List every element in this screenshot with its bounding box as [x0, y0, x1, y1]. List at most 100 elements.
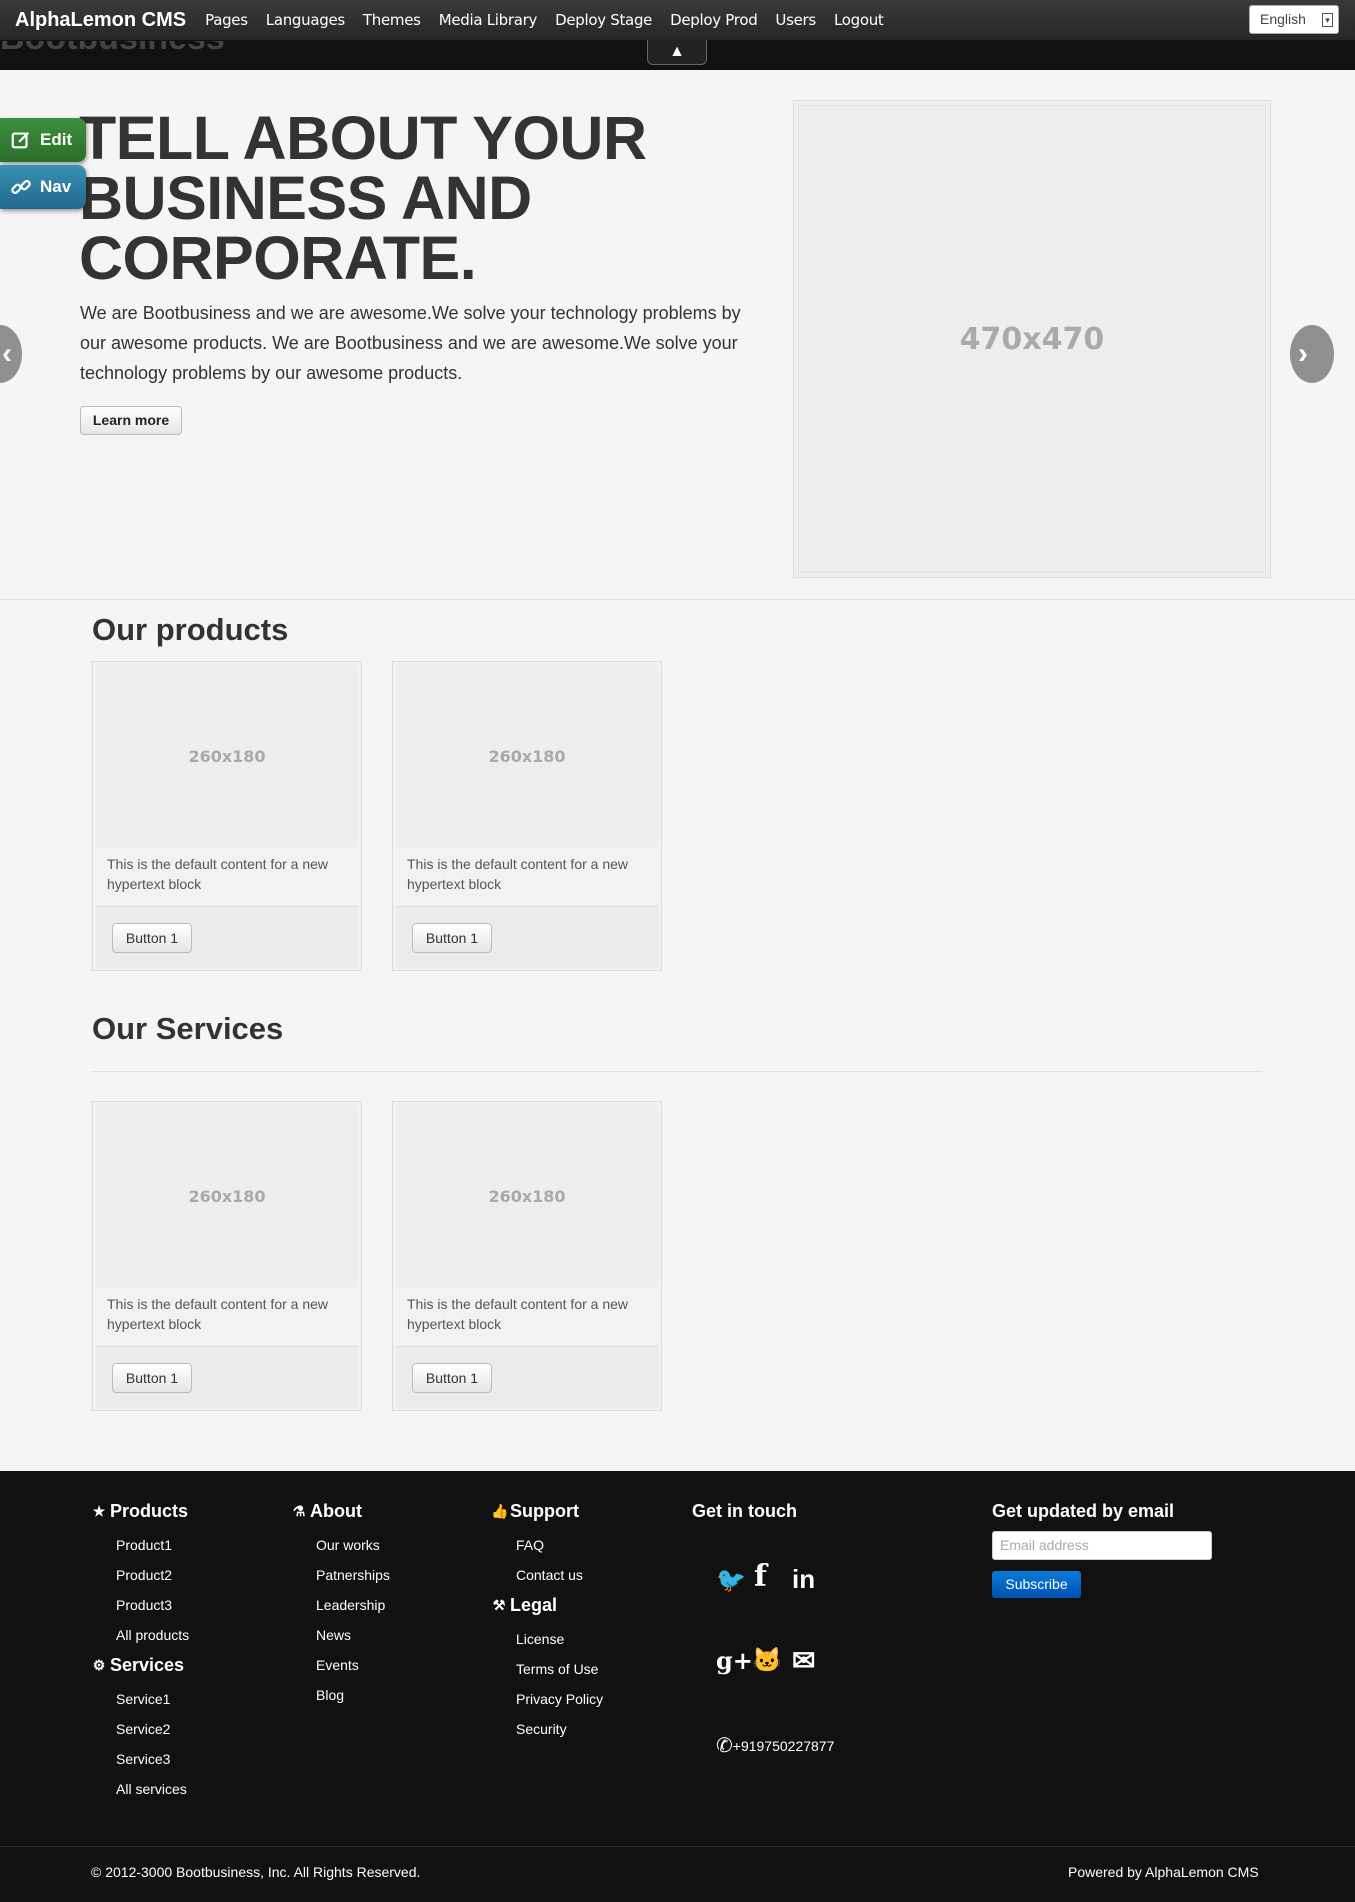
facebook-icon[interactable]: f: [754, 1559, 767, 1594]
footer-link-license[interactable]: License: [516, 1624, 603, 1654]
admin-toolbar: AlphaLemon CMS Pages Languages Themes Me…: [0, 0, 1355, 41]
carousel-prev-button[interactable]: ‹: [0, 325, 22, 383]
menu-deploy-stage[interactable]: Deploy Stage: [555, 11, 652, 29]
service-caption: This is the default content for a new hy…: [107, 1296, 329, 1332]
hero-image-size-label: 470x470: [798, 105, 1266, 573]
footer-products-list: Product1 Product2 Product3 All products: [116, 1530, 189, 1650]
card-footer: Button 1: [396, 906, 658, 968]
footer-contact-column: Get in touch: [692, 1498, 797, 1524]
footer-link-all-products[interactable]: All products: [116, 1620, 189, 1650]
nav-label: Nav: [40, 177, 72, 196]
footer-support-list: FAQ Contact us: [516, 1530, 603, 1590]
footer-support-heading: 👍 Support: [491, 1498, 603, 1524]
mail-icon[interactable]: ✉: [792, 1644, 815, 1677]
nav-button[interactable]: Nav: [0, 165, 86, 209]
footer-newsletter-column: Get updated by email: [992, 1498, 1174, 1524]
google-plus-icon[interactable]: g+: [716, 1646, 753, 1675]
star-icon: ★: [92, 1502, 106, 1519]
footer-link-events[interactable]: Events: [316, 1650, 390, 1680]
footer-link-contact-us[interactable]: Contact us: [516, 1560, 603, 1590]
learn-more-button[interactable]: Learn more: [80, 406, 182, 435]
footer-link-blog[interactable]: Blog: [316, 1680, 390, 1710]
service-image-placeholder: 260x180: [396, 1105, 658, 1287]
chevron-left-icon: ‹: [2, 337, 12, 370]
footer-link-product3[interactable]: Product3: [116, 1590, 189, 1620]
footer-services-heading: ⚙ Services: [91, 1652, 189, 1678]
site-footer: ★ Products Product1 Product2 Product3 Al…: [0, 1471, 1355, 1902]
footer-contact-heading: Get in touch: [692, 1500, 797, 1521]
menu-deploy-prod[interactable]: Deploy Prod: [670, 11, 758, 29]
footer-link-service1[interactable]: Service1: [116, 1684, 189, 1714]
card-footer: Button 1: [96, 1346, 358, 1408]
language-value: English: [1260, 11, 1306, 27]
menu-users[interactable]: Users: [775, 11, 816, 29]
phone-contact: ✆ +919750227877: [716, 1733, 834, 1758]
section-divider: [92, 1071, 1262, 1072]
product-button[interactable]: Button 1: [412, 923, 492, 953]
footer-link-product1[interactable]: Product1: [116, 1530, 189, 1560]
toolbar-toggle-button[interactable]: ▲: [647, 40, 707, 65]
github-icon[interactable]: 🐱: [752, 1646, 782, 1675]
product-image-placeholder: 260x180: [396, 665, 658, 847]
service-card: 260x180 This is the default content for …: [92, 1101, 362, 1411]
footer-legal-heading: ⚒ Legal: [491, 1592, 603, 1618]
footer-link-privacy[interactable]: Privacy Policy: [516, 1684, 603, 1714]
footer-about-list: Our works Patnerships Leadership News Ev…: [316, 1530, 390, 1710]
thumbs-up-icon: 👍: [491, 1502, 509, 1519]
footer-link-patnerships[interactable]: Patnerships: [316, 1560, 390, 1590]
footer-link-all-services[interactable]: All services: [116, 1774, 189, 1804]
card-footer: Button 1: [96, 906, 358, 968]
menu-themes[interactable]: Themes: [363, 11, 421, 29]
service-caption: This is the default content for a new hy…: [407, 1296, 629, 1332]
menu-languages[interactable]: Languages: [266, 11, 345, 29]
footer-link-service2[interactable]: Service2: [116, 1714, 189, 1744]
service-image-placeholder: 260x180: [96, 1105, 358, 1287]
linkedin-icon[interactable]: in: [792, 1564, 815, 1595]
product-button[interactable]: Button 1: [112, 923, 192, 953]
card-footer: Button 1: [396, 1346, 658, 1408]
footer-link-leadership[interactable]: Leadership: [316, 1590, 390, 1620]
powered-by-link[interactable]: Powered by AlphaLemon CMS: [1068, 1864, 1259, 1880]
service-button[interactable]: Button 1: [112, 1363, 192, 1393]
menu-logout[interactable]: Logout: [834, 11, 884, 29]
footer-link-our-works[interactable]: Our works: [316, 1530, 390, 1560]
service-button[interactable]: Button 1: [412, 1363, 492, 1393]
footer-link-security[interactable]: Security: [516, 1714, 603, 1744]
edit-button[interactable]: Edit: [0, 118, 86, 162]
footer-heading-label: Services: [110, 1654, 185, 1675]
hero-title: TELL ABOUT YOUR BUSINESS AND CORPORATE.: [79, 104, 719, 292]
product-image-placeholder: 260x180: [96, 665, 358, 847]
gavel-icon: ⚒: [492, 1596, 506, 1613]
footer-about-heading: ⚗ About: [291, 1498, 390, 1524]
footer-support-column: 👍 Support FAQ Contact us ⚒ Legal License…: [491, 1498, 603, 1744]
triangle-up-icon: ▲: [669, 43, 685, 60]
cms-brand[interactable]: AlphaLemon CMS: [15, 9, 186, 32]
site-brand[interactable]: Bootbusiness: [0, 41, 225, 58]
service-card: 260x180 This is the default content for …: [392, 1101, 662, 1411]
menu-pages[interactable]: Pages: [205, 11, 248, 29]
footer-link-product2[interactable]: Product2: [116, 1560, 189, 1590]
email-input[interactable]: Email address: [992, 1531, 1212, 1560]
product-card: 260x180 This is the default content for …: [92, 661, 362, 971]
edit-label: Edit: [40, 130, 73, 149]
footer-link-faq[interactable]: FAQ: [516, 1530, 603, 1560]
footer-link-news[interactable]: News: [316, 1620, 390, 1650]
language-select[interactable]: English ▾: [1249, 5, 1339, 34]
subscribe-button[interactable]: Subscribe: [992, 1571, 1081, 1598]
footer-heading-label: Products: [110, 1500, 189, 1521]
cogs-icon: ⚙: [92, 1656, 106, 1673]
product-caption: This is the default content for a new hy…: [407, 856, 629, 892]
hero-title-line: CORPORATE.: [79, 224, 477, 292]
copyright-text: © 2012-3000 Bootbusiness, Inc. All Right…: [91, 1864, 421, 1880]
chevron-right-icon: ›: [1298, 337, 1308, 370]
twitter-icon[interactable]: 🐦: [716, 1566, 746, 1595]
phone-number[interactable]: +919750227877: [733, 1738, 835, 1754]
footer-link-service3[interactable]: Service3: [116, 1744, 189, 1774]
hero-carousel: ‹ TELL ABOUT YOUR BUSINESS AND CORPORATE…: [0, 70, 1355, 600]
footer-link-terms[interactable]: Terms of Use: [516, 1654, 603, 1684]
footer-services-list: Service1 Service2 Service3 All services: [116, 1684, 189, 1804]
hero-title-line: TELL ABOUT YOUR: [79, 104, 647, 172]
carousel-next-button[interactable]: ›: [1290, 325, 1334, 383]
products-heading: Our products: [92, 612, 289, 647]
menu-media-library[interactable]: Media Library: [439, 11, 538, 29]
